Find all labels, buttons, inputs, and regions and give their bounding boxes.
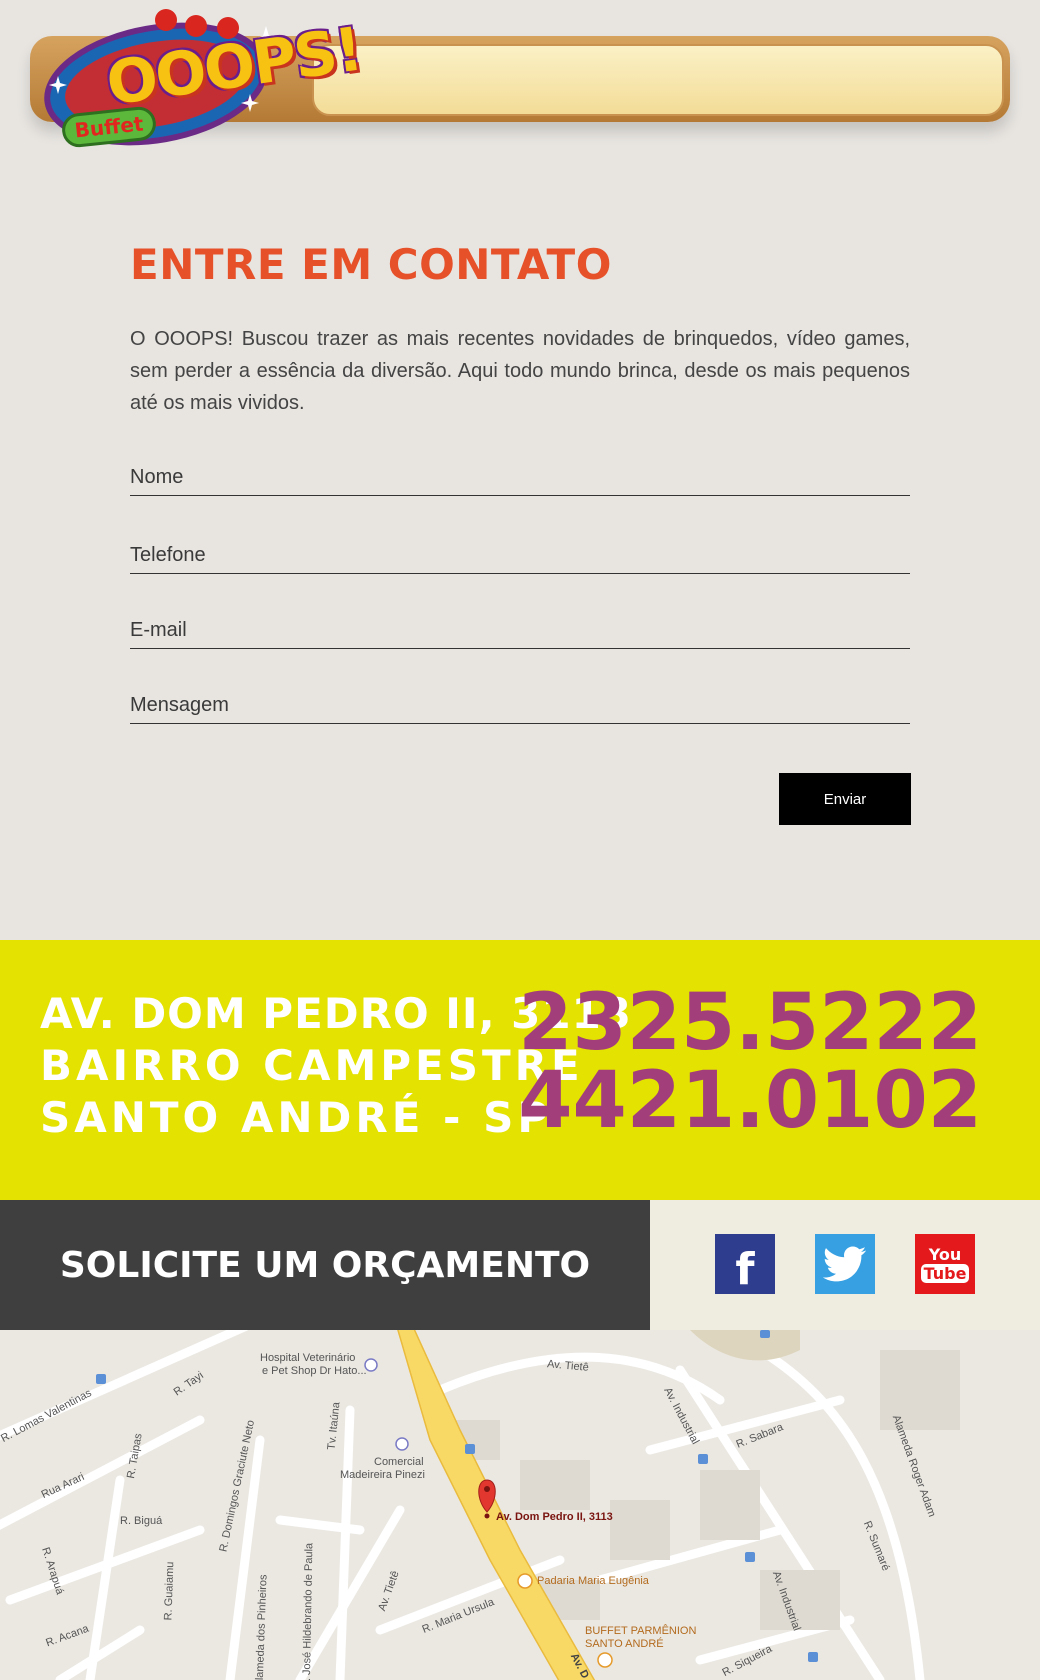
message-field [130, 684, 910, 724]
message-input[interactable] [130, 691, 910, 719]
send-button[interactable]: Enviar [779, 773, 911, 825]
facebook-icon: f [735, 1243, 755, 1295]
twitter-link[interactable] [815, 1234, 875, 1294]
facebook-link[interactable]: f [715, 1234, 775, 1295]
name-field [130, 456, 910, 496]
social-links: f You Tube [650, 1200, 1040, 1330]
site-header: OOOPS! Buffet [0, 0, 1040, 170]
map-label-bigua: R. Biguá [120, 1515, 163, 1527]
name-input[interactable] [130, 463, 910, 491]
phone-input[interactable] [130, 541, 910, 569]
map-label-parmenion-2: SANTO ANDRÉ [585, 1638, 664, 1650]
youtube-icon-bottom: Tube [920, 1264, 970, 1283]
phone-field [130, 534, 910, 574]
header-banner-area [312, 44, 1004, 116]
ooops-buffet-logo[interactable]: OOOPS! Buffet [38, 6, 365, 156]
contact-description: O OOOPS! Buscou trazer as mais recentes … [130, 328, 910, 414]
phone-number-1[interactable]: 2325.5222 [518, 984, 982, 1062]
map-label-guaiamu: R. Guaiamu [162, 1561, 177, 1621]
contact-section: ENTRE EM CONTATO O OOOPS! Buscou trazer … [130, 240, 910, 419]
map-label-parmenion-1: BUFFET PARMÊNION [585, 1625, 697, 1637]
map-label-padaria: Padaria Maria Eugênia [537, 1575, 649, 1587]
info-band: AV. DOM PEDRO II, 3113 BAIRRO CAMPESTRE … [0, 940, 1040, 1200]
contact-title: ENTRE EM CONTATO [130, 240, 612, 289]
email-field [130, 609, 910, 649]
map-label-comercial-1: Comercial [374, 1456, 424, 1468]
map-label-comercial-2: Madeireira Pinezi [340, 1469, 425, 1481]
map-marker-label: Av. Dom Pedro II, 3113 [496, 1511, 613, 1523]
map-label-hildebrando: R. José Hildebrando de Paula [300, 1542, 316, 1680]
map-label-hospital-2: e Pet Shop Dr Hato... [262, 1365, 367, 1377]
map-label-hospital-1: Hospital Veterinário [260, 1352, 356, 1364]
phone-block: 2325.5222 4421.0102 [518, 984, 982, 1140]
youtube-link[interactable]: You Tube [915, 1234, 975, 1294]
phone-number-2[interactable]: 4421.0102 [518, 1062, 982, 1140]
request-quote-button[interactable]: SOLICITE UM ORÇAMENTO [0, 1200, 650, 1330]
email-input[interactable] [130, 616, 910, 644]
twitter-icon [823, 1246, 866, 1282]
youtube-icon-top: You [928, 1245, 962, 1264]
request-quote-label: SOLICITE UM ORÇAMENTO [59, 1244, 591, 1286]
map-streets [0, 1330, 960, 1680]
location-map[interactable]: Hospital Veterinário e Pet Shop Dr Hato.… [0, 1330, 1040, 1680]
youtube-icon: You Tube [920, 1245, 970, 1283]
